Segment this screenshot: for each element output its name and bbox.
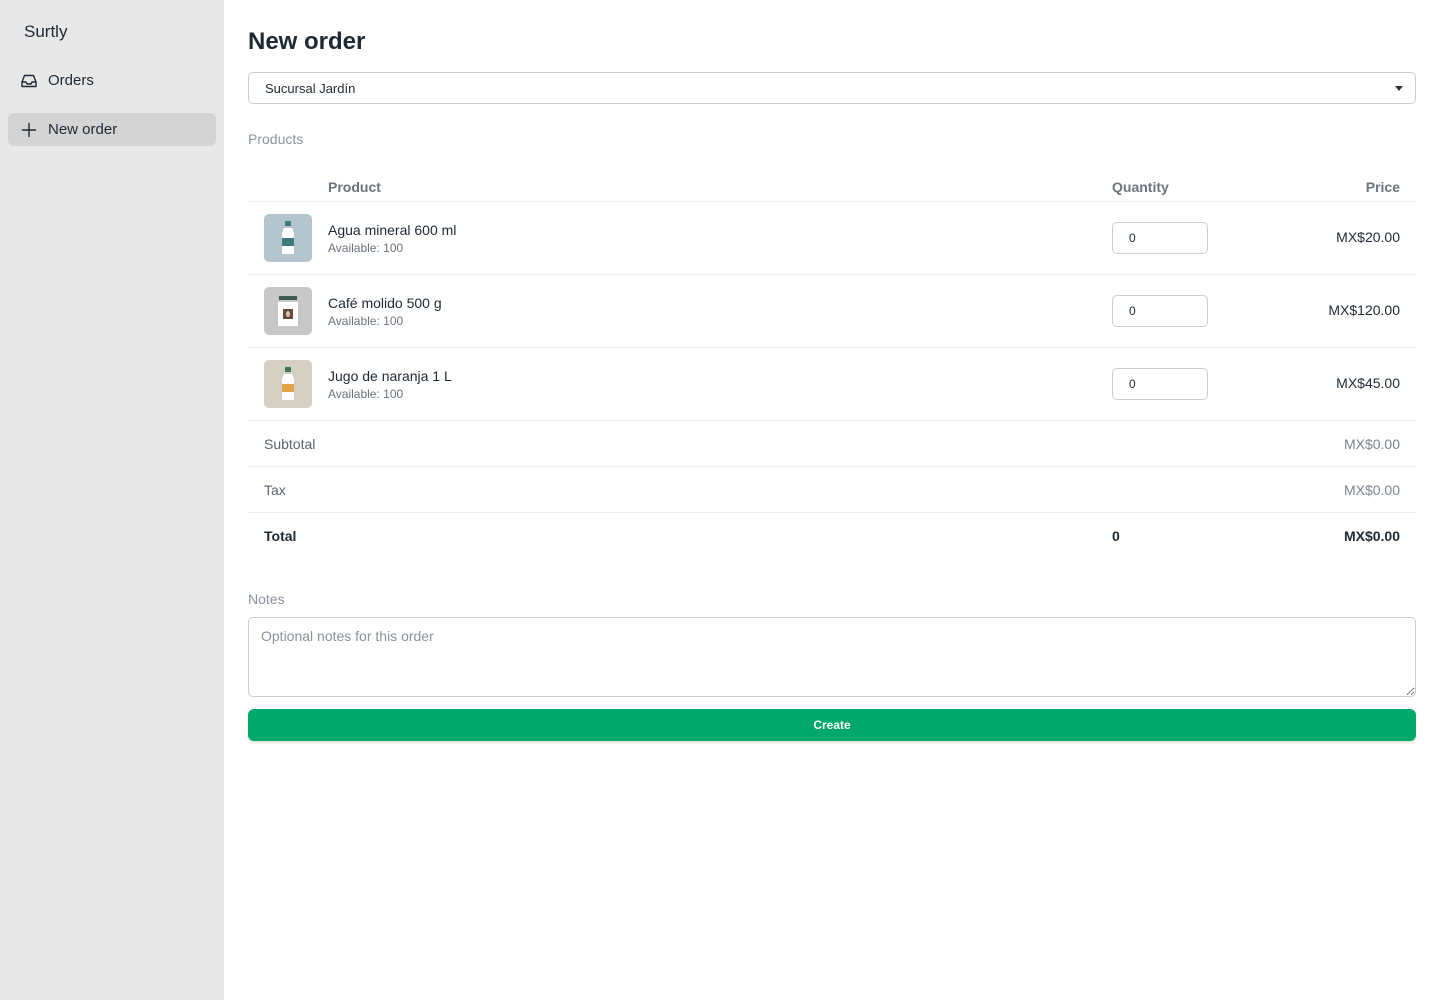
product-info-cell: Café molido 500 g Available: 100 bbox=[328, 295, 1112, 328]
plus-icon bbox=[20, 121, 38, 139]
product-availability: Available: 100 bbox=[328, 386, 404, 401]
header-price: Price bbox=[1365, 178, 1400, 195]
header-product: Product bbox=[328, 178, 381, 195]
header-quantity: Quantity bbox=[1112, 178, 1169, 195]
price-cell: MX$20.00 bbox=[1262, 229, 1416, 247]
coffee-jar-icon bbox=[278, 296, 298, 326]
quantity-input[interactable] bbox=[1112, 222, 1208, 254]
sidebar-item-label: New order bbox=[48, 121, 118, 138]
table-header: Product Quantity Price bbox=[248, 172, 1416, 202]
product-info-cell: Agua mineral 600 ml Available: 100 bbox=[328, 222, 1112, 255]
product-thumb-cell bbox=[248, 287, 328, 335]
products-table: Product Quantity Price Agua mineral 600 … bbox=[248, 172, 1416, 559]
sidebar-item-label: Orders bbox=[48, 72, 94, 89]
quantity-cell bbox=[1112, 295, 1262, 327]
notes-textarea[interactable] bbox=[248, 617, 1416, 697]
table-row: Café molido 500 g Available: 100 MX$120.… bbox=[248, 275, 1416, 348]
total-label: Total bbox=[264, 528, 297, 544]
product-price: MX$20.00 bbox=[1336, 229, 1400, 245]
total-value: MX$0.00 bbox=[1343, 528, 1400, 544]
product-thumbnail bbox=[264, 287, 312, 335]
water-bottle-icon bbox=[282, 221, 294, 254]
product-availability: Available: 100 bbox=[328, 313, 404, 328]
product-info-cell: Jugo de naranja 1 L Available: 100 bbox=[328, 368, 1112, 401]
caret-down-icon bbox=[1395, 85, 1403, 91]
table-row: Jugo de naranja 1 L Available: 100 MX$45… bbox=[248, 348, 1416, 421]
branch-select[interactable]: Sucursal Jardín bbox=[248, 72, 1416, 104]
sidebar: Surtly Orders New order bbox=[0, 0, 224, 1000]
product-price: MX$120.00 bbox=[1328, 302, 1400, 318]
inbox-icon bbox=[20, 72, 38, 90]
total-quantity: 0 bbox=[1112, 528, 1120, 544]
product-name: Café molido 500 g bbox=[328, 294, 442, 311]
tax-value: MX$0.00 bbox=[1343, 481, 1400, 498]
page-title: New order bbox=[248, 28, 366, 55]
product-price: MX$45.00 bbox=[1336, 375, 1400, 391]
product-thumb-cell bbox=[248, 214, 328, 262]
quantity-input[interactable] bbox=[1112, 295, 1208, 327]
table-row: Agua mineral 600 ml Available: 100 MX$20… bbox=[248, 202, 1416, 275]
product-thumbnail bbox=[264, 214, 312, 262]
brand-name: Surtly bbox=[24, 22, 68, 41]
quantity-input[interactable] bbox=[1112, 368, 1208, 400]
total-row: Total 0 MX$0.00 bbox=[248, 513, 1416, 559]
subtotal-value: MX$0.00 bbox=[1343, 435, 1400, 452]
quantity-cell bbox=[1112, 222, 1262, 254]
product-availability: Available: 100 bbox=[328, 240, 404, 255]
product-thumb-cell bbox=[248, 360, 328, 408]
juice-bottle-icon bbox=[282, 367, 294, 400]
create-button[interactable]: Create bbox=[248, 709, 1416, 741]
quantity-cell bbox=[1112, 368, 1262, 400]
subtotal-row: Subtotal MX$0.00 bbox=[248, 421, 1416, 467]
product-name: Jugo de naranja 1 L bbox=[328, 367, 452, 384]
sidebar-item-new-order[interactable]: New order bbox=[8, 113, 216, 146]
app-root: Surtly Orders New order New order Sucurs… bbox=[0, 0, 1440, 1000]
tax-label: Tax bbox=[264, 481, 286, 498]
notes-label: Notes bbox=[248, 591, 285, 607]
tax-row: Tax MX$0.00 bbox=[248, 467, 1416, 513]
products-section-label: Products bbox=[248, 131, 304, 147]
product-thumbnail bbox=[264, 360, 312, 408]
branch-select-value: Sucursal Jardín bbox=[265, 80, 356, 96]
price-cell: MX$45.00 bbox=[1262, 375, 1416, 393]
product-name: Agua mineral 600 ml bbox=[328, 221, 457, 238]
sidebar-item-orders[interactable]: Orders bbox=[8, 64, 216, 97]
main-content: New order Sucursal Jardín Products Produ… bbox=[224, 0, 1440, 1000]
subtotal-label: Subtotal bbox=[264, 435, 316, 452]
price-cell: MX$120.00 bbox=[1262, 302, 1416, 320]
